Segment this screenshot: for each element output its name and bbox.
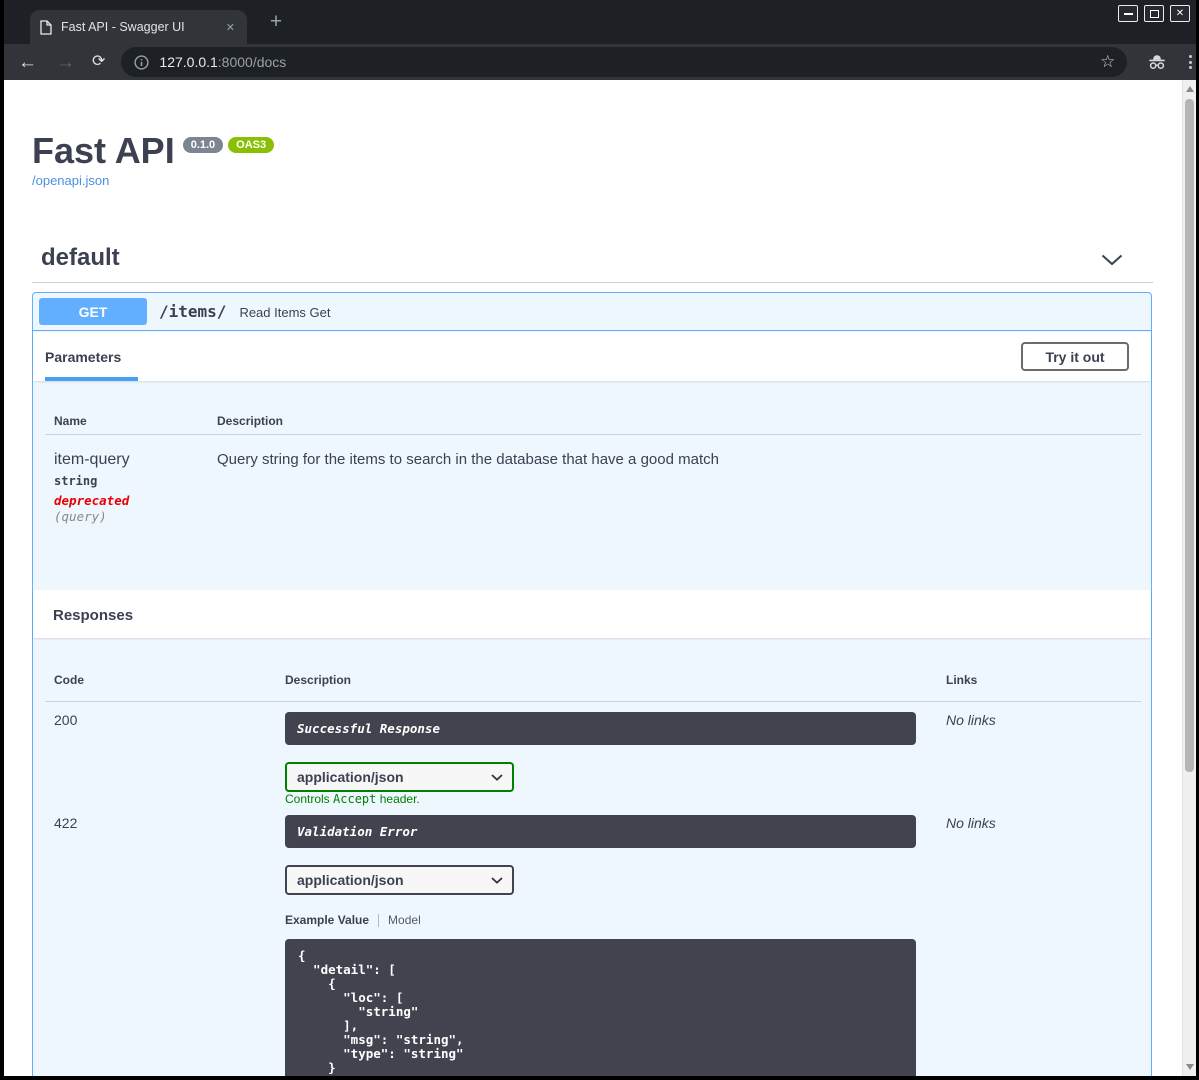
window-controls: ✕ <box>1118 5 1190 22</box>
response-description-panel: Validation Error <box>285 815 916 848</box>
bookmark-star-icon[interactable]: ☆ <box>1100 52 1115 72</box>
media-type-select-wrap: application/json <box>285 762 514 792</box>
resp-header-divider <box>45 701 1141 702</box>
scroll-up-icon[interactable] <box>1186 86 1194 92</box>
parameter-name: item-query <box>54 451 130 468</box>
responses-header: Responses <box>33 590 1151 638</box>
tab-model[interactable]: Model <box>388 913 421 927</box>
page-scrollbar[interactable] <box>1182 80 1196 1076</box>
try-it-out-button[interactable]: Try it out <box>1021 342 1129 371</box>
response-links: No links <box>946 815 996 831</box>
operation-path: /items/ <box>159 302 227 321</box>
resp-col-description: Description <box>285 673 352 687</box>
close-button[interactable]: ✕ <box>1170 5 1190 22</box>
parameter-type: string <box>54 474 98 488</box>
active-tab-underline <box>45 377 138 381</box>
parameter-description: Query string for the items to search in … <box>217 451 719 468</box>
media-type-select-200[interactable]: application/json <box>285 762 514 792</box>
param-col-name: Name <box>54 414 87 428</box>
minimize-icon <box>1123 12 1133 15</box>
tag-name: default <box>41 244 120 271</box>
version-badge: 0.1.0 <box>182 137 224 153</box>
example-json-code: { "detail": [ { "loc": [ "string" ], "ms… <box>298 948 464 1077</box>
forward-icon[interactable]: → <box>56 53 75 72</box>
resp-col-code: Code <box>54 673 84 687</box>
response-code: 200 <box>54 712 78 728</box>
media-type-select-422[interactable]: application/json <box>285 865 514 895</box>
param-header-divider <box>45 434 1141 435</box>
browser-tab[interactable]: Fast API - Swagger UI ✕ <box>30 10 247 44</box>
accept-code: Accept <box>333 792 377 806</box>
tab-close-icon[interactable]: ✕ <box>222 19 239 36</box>
swagger-page: Fast API 0.1.0 OAS3 /openapi.json defaul… <box>4 80 1182 1076</box>
maximize-button[interactable] <box>1144 5 1164 22</box>
api-title-row: Fast API 0.1.0 OAS3 <box>32 130 275 172</box>
tag-section-header[interactable]: default <box>32 240 1153 283</box>
maximize-icon <box>1149 9 1159 18</box>
tab-separator <box>378 913 380 927</box>
tab-example-value[interactable]: Example Value <box>285 913 369 927</box>
url-path: :8000/docs <box>217 54 287 70</box>
resp-col-links: Links <box>946 673 978 687</box>
address-bar[interactable]: 127.0.0.1:8000/docs ☆ <box>121 47 1128 77</box>
accept-header-note: Controls Accept header. <box>285 792 420 806</box>
browser-titlebar: Fast API - Swagger UI ✕ + ✕ <box>4 0 1196 44</box>
response-description-panel: Successful Response <box>285 712 916 745</box>
parameters-header: Parameters Try it out <box>33 332 1151 381</box>
parameters-title: Parameters <box>45 349 122 365</box>
operation-block: GET /items/ Read Items Get Parameters Tr… <box>32 292 1152 1076</box>
scrollbar-thumb[interactable] <box>1185 99 1194 772</box>
url-text[interactable]: 127.0.0.1:8000/docs <box>159 54 286 70</box>
parameter-location: (query) <box>54 509 107 524</box>
responses-title: Responses <box>53 607 134 624</box>
example-json-panel[interactable]: { "detail": [ { "loc": [ "string" ], "ms… <box>285 939 916 1076</box>
oas-badge: OAS3 <box>228 137 275 153</box>
openapi-spec-link[interactable]: /openapi.json <box>32 173 109 188</box>
response-description: Successful Response <box>297 721 440 736</box>
response-links: No links <box>946 712 996 728</box>
scroll-down-icon[interactable] <box>1186 1064 1194 1070</box>
media-type-select-wrap: application/json <box>285 865 514 895</box>
reload-icon[interactable]: ⟳ <box>92 54 105 70</box>
operation-summary[interactable]: GET /items/ Read Items Get <box>33 293 1151 331</box>
page-title: Fast API <box>32 130 175 171</box>
tab-title: Fast API - Swagger UI <box>61 20 185 34</box>
operation-summary-text: Read Items Get <box>239 305 331 320</box>
new-tab-button[interactable]: + <box>263 9 289 35</box>
method-badge: GET <box>39 298 147 325</box>
browser-toolbar: ← → ⟳ 127.0.0.1:8000/docs ☆ <box>4 44 1196 80</box>
url-host: 127.0.0.1 <box>159 54 218 70</box>
response-code: 422 <box>54 815 78 831</box>
incognito-icon <box>1149 55 1166 69</box>
title-badges: 0.1.0 OAS3 <box>182 137 275 153</box>
parameter-deprecated-flag: deprecated <box>54 493 130 508</box>
back-icon[interactable]: ← <box>18 53 37 72</box>
response-description: Validation Error <box>297 824 418 839</box>
param-col-description: Description <box>217 414 284 428</box>
close-icon: ✕ <box>1175 8 1185 19</box>
example-model-tabs: Example Value Model <box>285 913 421 927</box>
site-info-icon[interactable] <box>134 54 150 70</box>
chevron-down-icon[interactable] <box>1101 254 1123 266</box>
minimize-button[interactable] <box>1118 5 1138 22</box>
favicon-document-icon <box>40 19 52 35</box>
browser-menu-icon[interactable] <box>1189 55 1193 69</box>
